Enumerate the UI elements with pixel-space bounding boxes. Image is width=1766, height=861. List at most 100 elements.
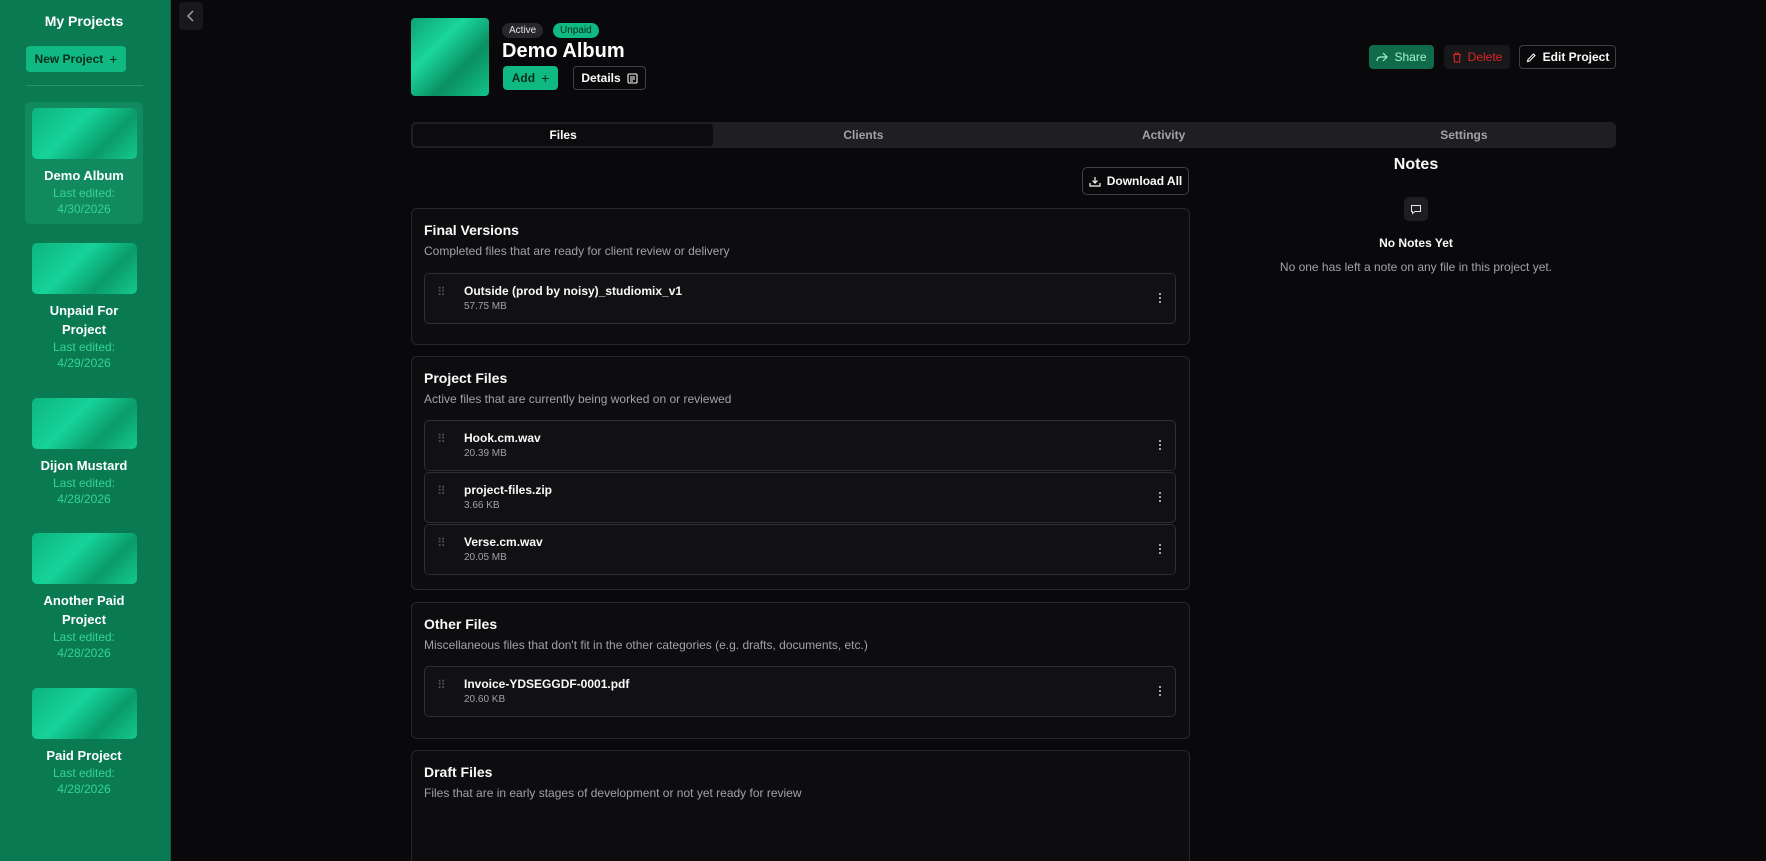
more-options-icon[interactable] (1155, 539, 1165, 559)
pencil-icon (1526, 52, 1536, 62)
project-thumbnail (31, 243, 137, 294)
more-options-icon[interactable] (1155, 288, 1165, 308)
project-edited-date: 4/29/2026 (57, 356, 111, 370)
notes-title: Notes (1393, 156, 1439, 173)
project-edited-date: 4/28/2026 (57, 782, 111, 796)
drag-handle-icon[interactable]: ⠿ (437, 485, 446, 497)
download-all-label: Download All (1106, 174, 1183, 188)
section-draft-files: Draft Files Files that are in early stag… (411, 750, 1190, 861)
download-all-button[interactable]: Download All (1082, 167, 1189, 195)
add-button[interactable]: Add + (503, 66, 558, 90)
details-icon (627, 72, 638, 84)
tab-settings[interactable]: Settings (1314, 124, 1614, 146)
section-title: Draft Files (424, 764, 493, 780)
more-options-icon[interactable] (1155, 435, 1165, 455)
project-edited-date: 4/28/2026 (57, 646, 111, 660)
sidebar: My Projects New Project + Demo Album Las… (0, 0, 171, 861)
file-size: 20.60 KB (464, 694, 506, 705)
section-description: Miscellaneous files that don't fit in th… (424, 638, 868, 652)
details-button[interactable]: Details (573, 66, 646, 90)
sidebar-project-dijon-mustard[interactable]: Dijon Mustard Last edited: 4/28/2026 (25, 392, 143, 514)
project-thumbnail (31, 398, 137, 449)
download-icon (1089, 176, 1101, 187)
tab-bar: Files Clients Activity Settings (411, 122, 1616, 148)
file-row[interactable]: ⠿ Verse.cm.wav 20.05 MB (424, 524, 1176, 575)
file-row[interactable]: ⠿ Hook.cm.wav 20.39 MB (424, 420, 1176, 471)
file-name: project-files.zip (464, 483, 553, 497)
share-icon (1376, 52, 1389, 62)
project-thumbnail (31, 688, 137, 739)
section-description: Active files that are currently being wo… (424, 392, 732, 406)
chevron-left-icon (186, 10, 194, 22)
project-cover-image (411, 18, 489, 96)
project-edited-label: Last edited: (52, 630, 116, 644)
project-edited-label: Last edited: (52, 766, 116, 780)
drag-handle-icon[interactable]: ⠿ (437, 537, 446, 549)
project-name: Dijon Mustard (40, 458, 128, 473)
project-name: Demo Album (44, 168, 124, 183)
file-name: Hook.cm.wav (464, 431, 541, 445)
tab-clients[interactable]: Clients (713, 124, 1013, 146)
section-description: Files that are in early stages of develo… (424, 786, 802, 800)
project-edited-date: 4/30/2026 (57, 202, 111, 216)
payment-badge: Unpaid (553, 23, 599, 38)
project-edited-date: 4/28/2026 (57, 492, 111, 506)
page-title: Demo Album (502, 40, 625, 62)
status-badge: Active (502, 23, 544, 38)
section-final-versions: Final Versions Completed files that are … (411, 208, 1190, 345)
file-name: Verse.cm.wav (464, 535, 543, 549)
project-edited-label: Last edited: (52, 186, 116, 200)
section-project-files: Project Files Active files that are curr… (411, 356, 1190, 590)
file-row[interactable]: ⠿ Outside (prod by noisy)_studiomix_v1 5… (424, 273, 1176, 324)
new-project-label: New Project (34, 52, 104, 66)
project-thumbnail (31, 533, 137, 584)
section-description: Completed files that are ready for clien… (424, 244, 730, 258)
file-row[interactable]: ⠿ project-files.zip 3.66 KB (424, 472, 1176, 523)
section-title: Final Versions (424, 222, 519, 238)
new-project-button[interactable]: New Project + (26, 46, 126, 72)
details-label: Details (581, 71, 621, 85)
project-thumbnail (31, 108, 137, 159)
project-edited-label: Last edited: (52, 340, 116, 354)
plus-icon: + (109, 51, 118, 67)
drag-handle-icon[interactable]: ⠿ (437, 679, 446, 691)
share-button[interactable]: Share (1369, 45, 1434, 69)
sidebar-project-paid-project[interactable]: Paid Project Last edited: 4/28/2026 (25, 682, 143, 804)
message-icon (1404, 197, 1428, 221)
collapse-sidebar-button[interactable] (179, 2, 203, 30)
project-name: Paid Project (46, 748, 122, 763)
section-other-files: Other Files Miscellaneous files that don… (411, 602, 1190, 739)
add-label: Add (511, 71, 536, 85)
delete-button[interactable]: Delete (1444, 45, 1510, 69)
sidebar-project-unpaid-for-project[interactable]: Unpaid For Project Last edited: 4/29/202… (25, 237, 143, 377)
project-name: Unpaid For Project (49, 303, 119, 337)
file-name: Outside (prod by noisy)_studiomix_v1 (464, 284, 683, 298)
file-size: 20.05 MB (464, 552, 507, 563)
plus-icon: + (541, 70, 550, 86)
share-label: Share (1394, 50, 1427, 64)
app-root: My Projects New Project + Demo Album Las… (0, 0, 1766, 861)
edit-project-button[interactable]: Edit Project (1519, 45, 1616, 69)
trash-icon (1452, 51, 1461, 63)
sidebar-divider (26, 85, 143, 86)
file-size: 57.75 MB (464, 301, 507, 312)
project-edited-label: Last edited: (52, 476, 116, 490)
section-title: Project Files (424, 370, 508, 386)
sidebar-project-demo-album[interactable]: Demo Album Last edited: 4/30/2026 (25, 102, 143, 224)
sidebar-title: My Projects (44, 13, 124, 29)
notes-empty-title: No Notes Yet (1379, 236, 1453, 250)
tab-files[interactable]: Files (413, 124, 714, 146)
file-row[interactable]: ⠿ Invoice-YDSEGGDF-0001.pdf 20.60 KB (424, 666, 1176, 717)
drag-handle-icon[interactable]: ⠿ (437, 286, 446, 298)
section-title: Other Files (424, 616, 498, 632)
file-size: 20.39 MB (464, 448, 507, 459)
file-name: Invoice-YDSEGGDF-0001.pdf (464, 677, 630, 691)
sidebar-project-another-paid-project[interactable]: Another Paid Project Last edited: 4/28/2… (25, 527, 143, 667)
project-name: Another Paid Project (43, 593, 125, 627)
more-options-icon[interactable] (1155, 681, 1165, 701)
more-options-icon[interactable] (1155, 487, 1165, 507)
delete-label: Delete (1467, 50, 1503, 64)
edit-project-label: Edit Project (1542, 50, 1610, 64)
tab-activity[interactable]: Activity (1014, 124, 1314, 146)
drag-handle-icon[interactable]: ⠿ (437, 433, 446, 445)
